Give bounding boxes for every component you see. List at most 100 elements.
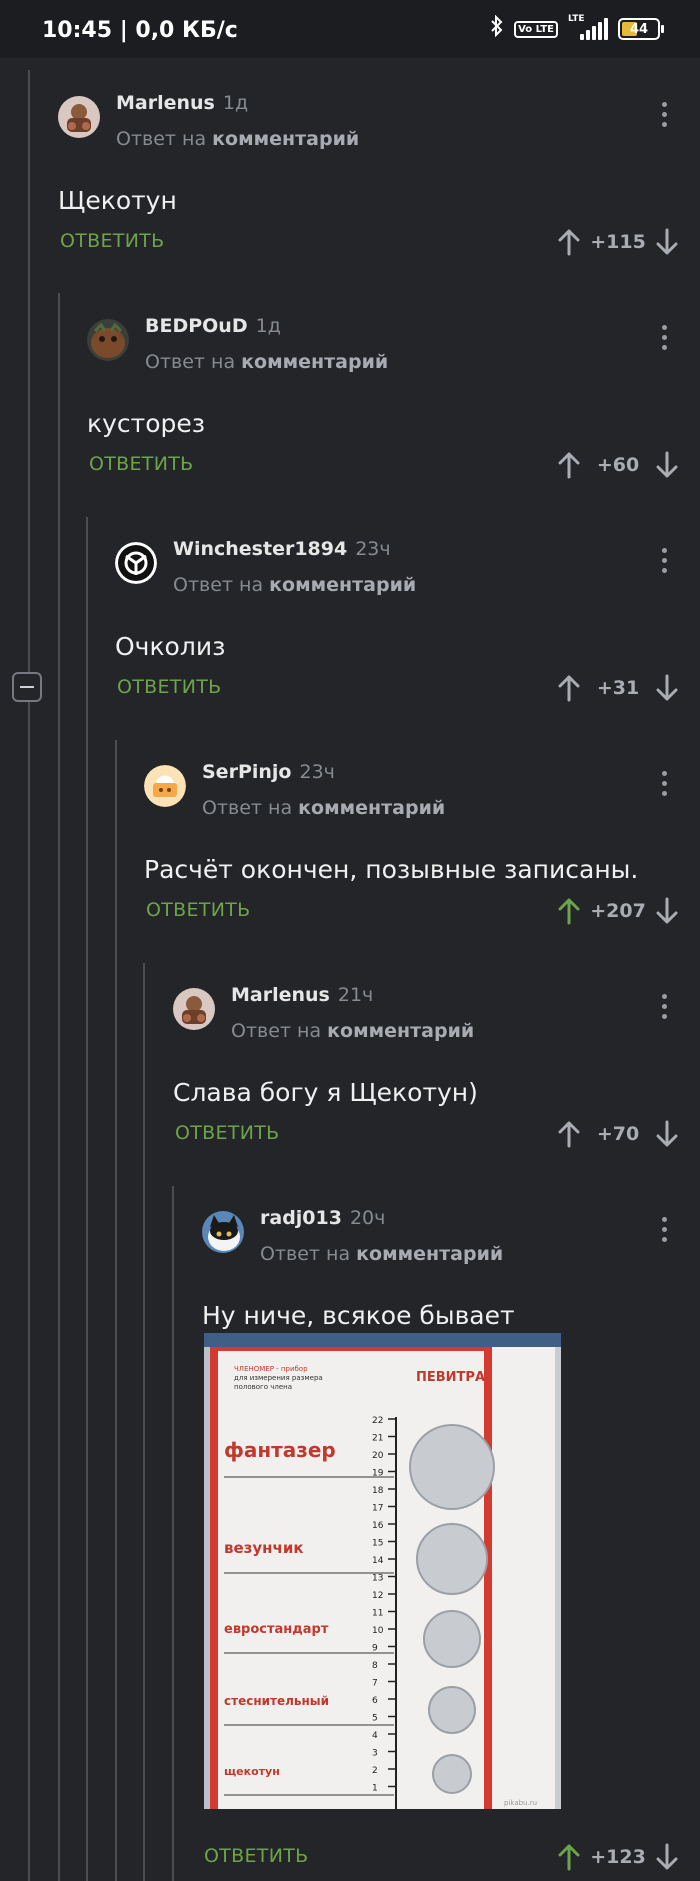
- image-category-label: фантазер: [224, 1438, 336, 1462]
- downvote-arrow-icon[interactable]: [656, 228, 678, 256]
- comment: Marlenus 21ч Ответ на комментарий Слава б…: [173, 984, 700, 1158]
- scale-number: 17: [372, 1504, 383, 1514]
- comment-score: +31: [596, 677, 640, 699]
- downvote-arrow-icon[interactable]: [656, 897, 678, 925]
- thread-line: [115, 740, 117, 1881]
- comment-score: +115: [590, 231, 646, 253]
- image-category-label: везунчик: [224, 1539, 304, 1557]
- vote-controls: +123: [558, 1839, 678, 1875]
- image-brand: ПЕВИТРА: [416, 1370, 485, 1385]
- scale-number: 8: [372, 1661, 378, 1671]
- image-category-label: евростандарт: [224, 1622, 329, 1637]
- reply-button[interactable]: ОТВЕТИТЬ: [60, 230, 164, 252]
- reply-button[interactable]: ОТВЕТИТЬ: [146, 899, 250, 921]
- comment-score: +207: [590, 900, 646, 922]
- downvote-arrow-icon[interactable]: [656, 1843, 678, 1871]
- comment-text: Щекотун: [58, 186, 177, 215]
- thread-line: [58, 293, 60, 1881]
- comment-text: Ну ниче, всякое бывает: [202, 1301, 515, 1330]
- comment-author[interactable]: Winchester1894 23ч: [173, 538, 391, 560]
- upvote-arrow-icon[interactable]: [558, 674, 580, 702]
- avatar[interactable]: [58, 96, 100, 138]
- comment-author[interactable]: BEDPOuD 1д: [145, 315, 281, 337]
- thread-line: [172, 1186, 174, 1881]
- collapse-thread-icon[interactable]: [12, 672, 42, 702]
- scale-number: 6: [372, 1696, 378, 1706]
- thread-line: [86, 517, 88, 1881]
- reply-button[interactable]: ОТВЕТИТЬ: [89, 453, 193, 475]
- reply-to-link[interactable]: Ответ на комментарий: [116, 128, 359, 150]
- vote-controls: +60: [558, 447, 678, 483]
- scale-number: 1: [372, 1784, 378, 1794]
- reply-button[interactable]: ОТВЕТИТЬ: [175, 1122, 279, 1144]
- kebab-menu-icon[interactable]: [662, 325, 668, 351]
- vote-controls: +31: [558, 670, 678, 706]
- reply-button[interactable]: ОТВЕТИТЬ: [117, 676, 221, 698]
- downvote-arrow-icon[interactable]: [656, 1120, 678, 1148]
- comment-text: кусторез: [87, 409, 206, 438]
- thread-line: [28, 70, 30, 1881]
- upvote-arrow-icon[interactable]: [558, 897, 580, 925]
- image-category-label: щекотун: [224, 1765, 280, 1778]
- scale-number: 21: [372, 1434, 383, 1444]
- comment-text: Очколиз: [115, 632, 226, 661]
- scale-number: 11: [372, 1609, 383, 1619]
- avatar[interactable]: [202, 1211, 244, 1253]
- comment-time: 20ч: [349, 1207, 386, 1229]
- reply-to-link[interactable]: Ответ на комментарий: [145, 351, 388, 373]
- downvote-arrow-icon[interactable]: [656, 451, 678, 479]
- comment-time: 21ч: [337, 984, 374, 1006]
- reply-to-link[interactable]: Ответ на комментарий: [231, 1020, 474, 1042]
- reply-button[interactable]: ОТВЕТИТЬ: [204, 1845, 308, 1867]
- upvote-arrow-icon[interactable]: [558, 1843, 580, 1871]
- comment-image[interactable]: ЧЛЕНОМЕР - прибор для измерения размера …: [204, 1333, 561, 1809]
- thread-line: [143, 963, 145, 1881]
- signal-icon: LTE: [568, 14, 608, 40]
- downvote-arrow-icon[interactable]: [656, 674, 678, 702]
- kebab-menu-icon[interactable]: [662, 1217, 668, 1243]
- reply-to-link[interactable]: Ответ на комментарий: [173, 574, 416, 596]
- comment-score: +60: [596, 454, 640, 476]
- scale-number: 5: [372, 1714, 378, 1724]
- scale-number: 9: [372, 1644, 378, 1654]
- comment-author[interactable]: radj013 20ч: [260, 1207, 385, 1229]
- avatar[interactable]: [115, 542, 157, 584]
- kebab-menu-icon[interactable]: [662, 548, 668, 574]
- comment-text: Слава богу я Щекотун): [173, 1078, 478, 1107]
- comment: Winchester1894 23ч Ответ на комментарий О…: [115, 538, 700, 712]
- kebab-menu-icon[interactable]: [662, 102, 668, 128]
- scale-number: 2: [372, 1766, 378, 1776]
- reply-to-link[interactable]: Ответ на комментарий: [260, 1243, 503, 1265]
- kebab-menu-icon[interactable]: [662, 994, 668, 1020]
- vote-controls: +207: [558, 893, 678, 929]
- kebab-menu-icon[interactable]: [662, 771, 668, 797]
- comment-author[interactable]: Marlenus 1д: [116, 92, 248, 114]
- scale-number: 13: [372, 1574, 383, 1584]
- comment-author[interactable]: SerPinjo 23ч: [202, 761, 335, 783]
- vote-controls: +70: [558, 1116, 678, 1152]
- avatar[interactable]: [87, 319, 129, 361]
- scale-number: 7: [372, 1679, 378, 1689]
- comment: SerPinjo 23ч Ответ на комментарий Расчёт …: [144, 761, 700, 935]
- reply-to-link[interactable]: Ответ на комментарий: [202, 797, 445, 819]
- image-category-label: стеснительный: [224, 1694, 329, 1708]
- upvote-arrow-icon[interactable]: [558, 451, 580, 479]
- upvote-arrow-icon[interactable]: [558, 1120, 580, 1148]
- status-time: 10:45 | 0,0 КБ/с: [42, 18, 238, 43]
- status-bar: 10:45 | 0,0 КБ/с Vo LTE LTE 44: [0, 0, 700, 58]
- comment-score: +70: [596, 1123, 640, 1145]
- scale-number: 14: [372, 1556, 384, 1566]
- vote-controls: +115: [558, 224, 678, 260]
- scale-number: 10: [372, 1626, 384, 1636]
- comment: Marlenus 1д Ответ на комментарий Щекотун …: [58, 92, 700, 266]
- comment-time: 23ч: [299, 761, 335, 783]
- comment-time: 1д: [255, 315, 281, 337]
- upvote-arrow-icon[interactable]: [558, 228, 580, 256]
- comment-author[interactable]: Marlenus 21ч: [231, 984, 373, 1006]
- avatar[interactable]: [173, 988, 215, 1030]
- scale-number: 18: [372, 1486, 384, 1496]
- battery-icon: 44: [618, 18, 664, 40]
- comment-score: +123: [590, 1846, 646, 1868]
- avatar[interactable]: [144, 765, 186, 807]
- comment-time: 23ч: [355, 538, 391, 560]
